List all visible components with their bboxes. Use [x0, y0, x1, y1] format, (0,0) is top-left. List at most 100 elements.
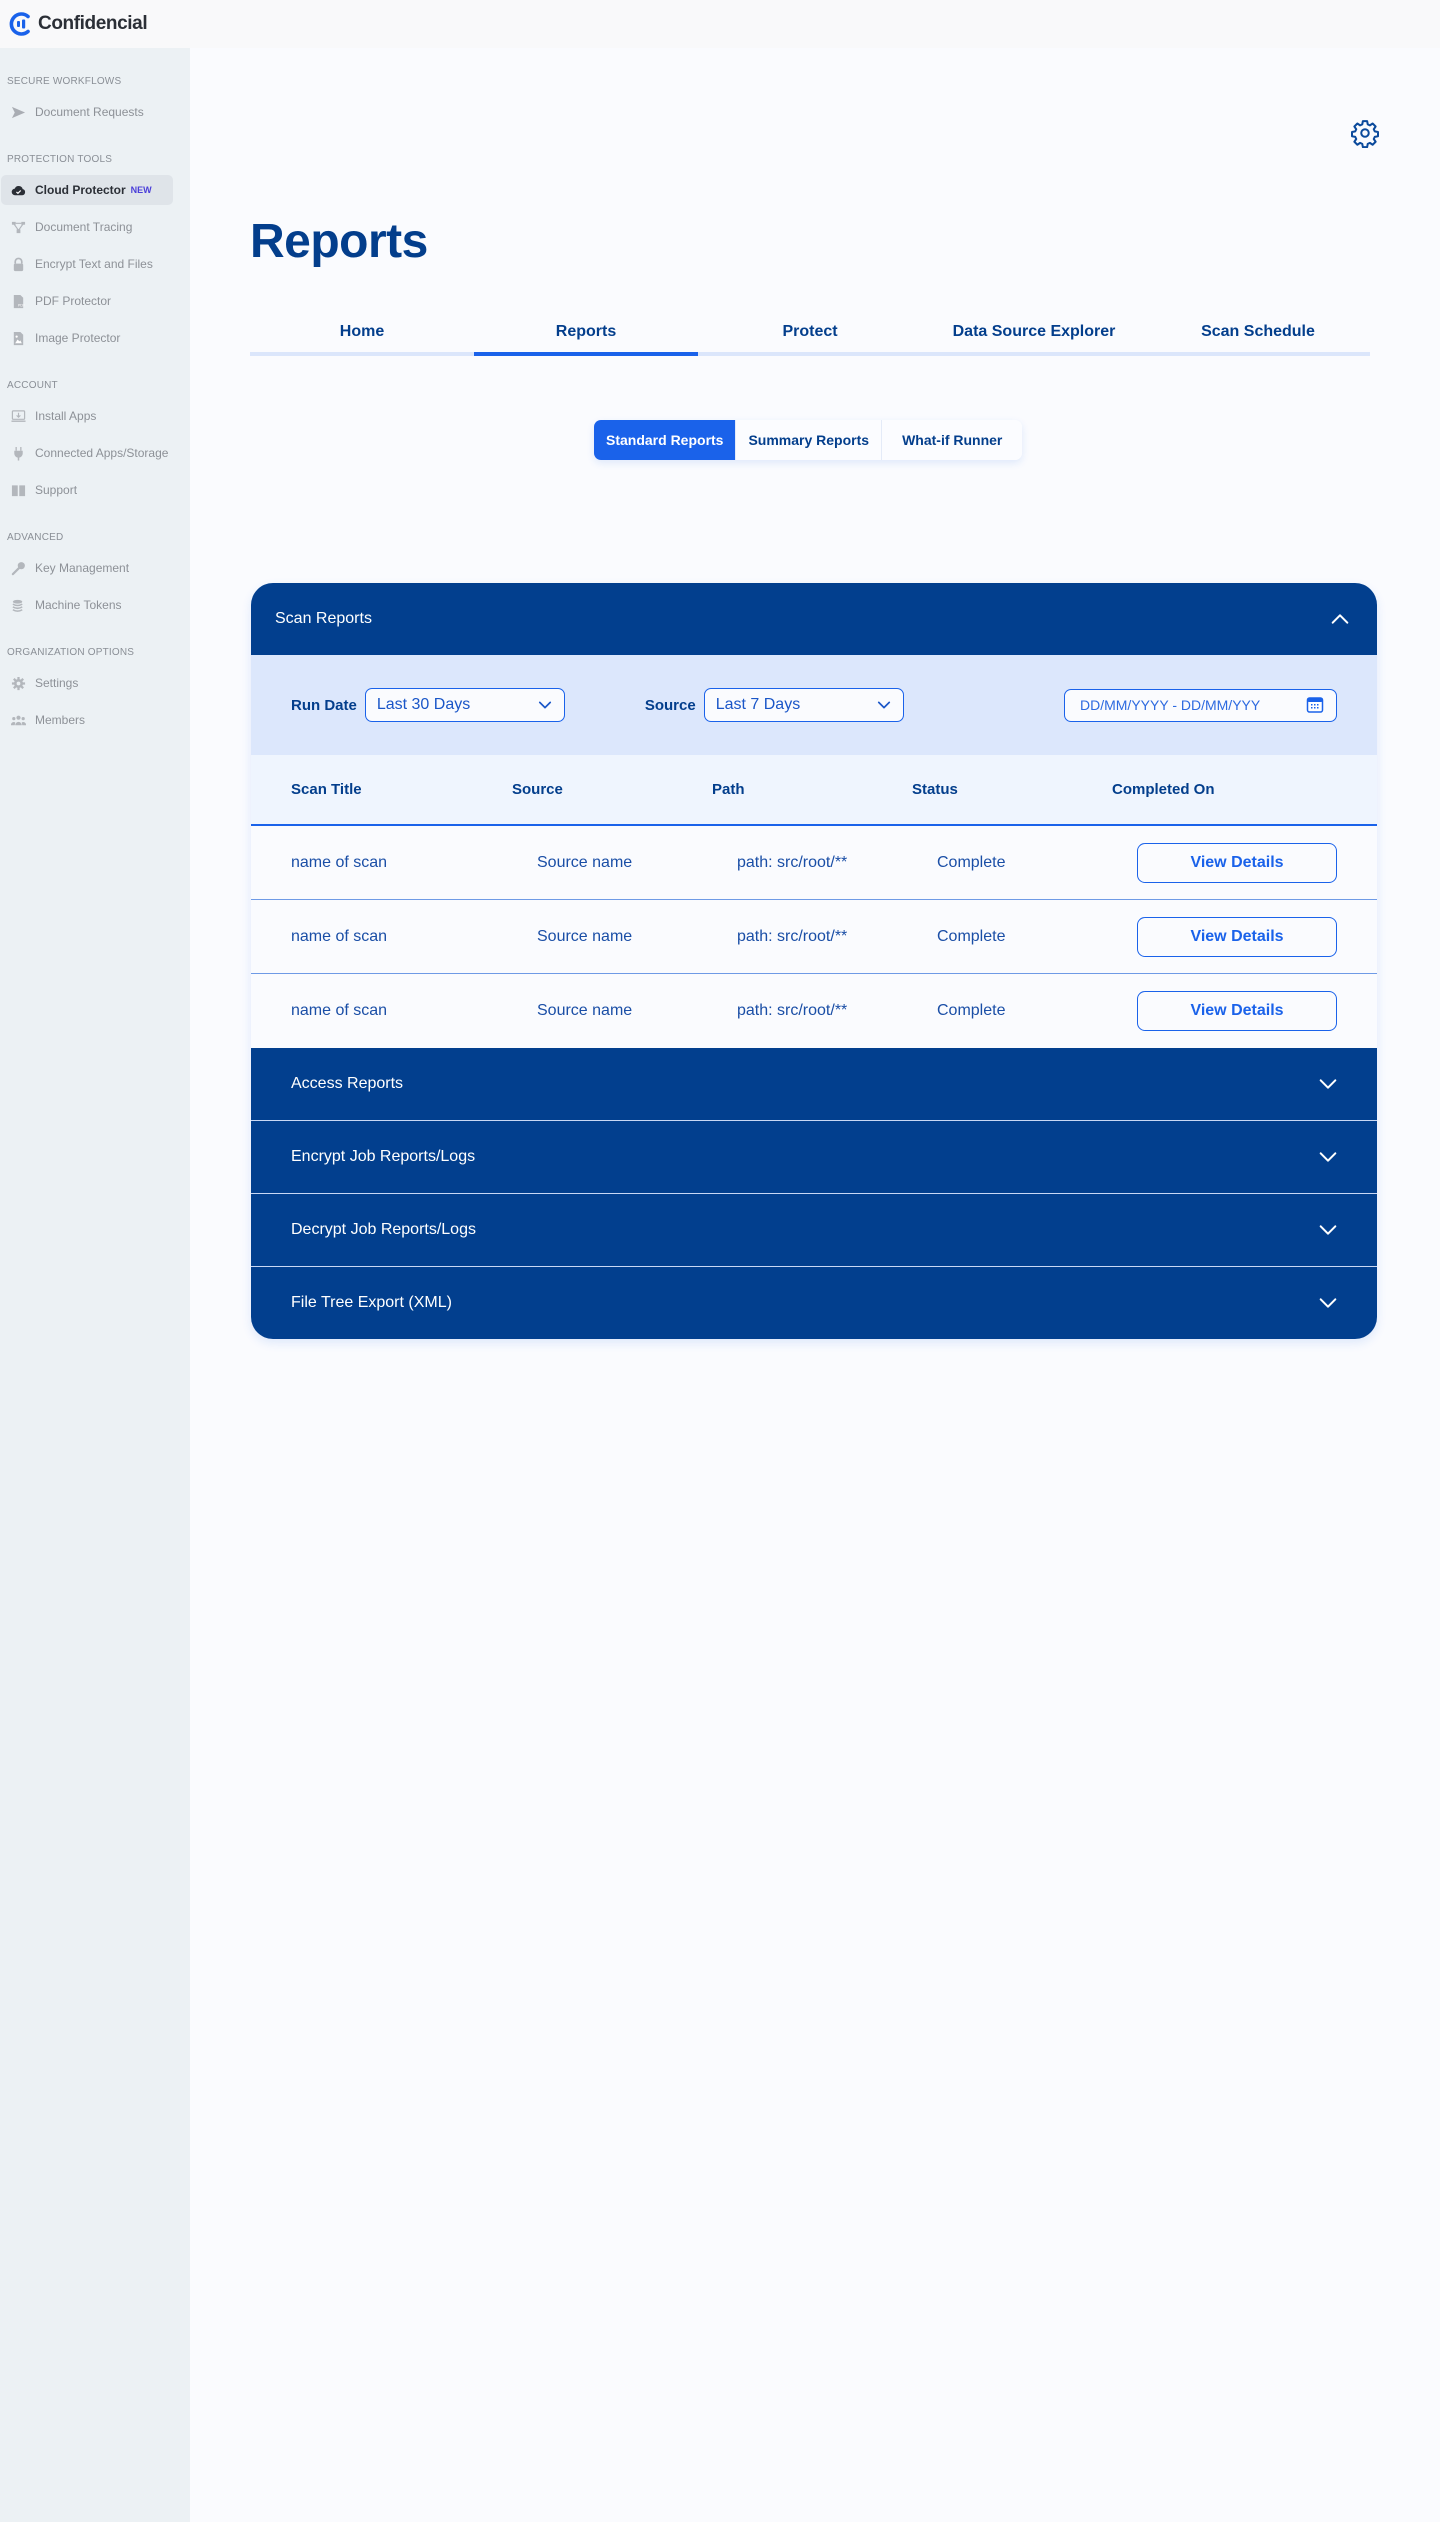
sidebar-item-document-requests[interactable]: Document Requests [1, 97, 173, 127]
sidebar-item-label: PDF Protector [35, 294, 112, 308]
sidebar-item-label: Members [35, 713, 86, 727]
sidebar-item-label: Settings [35, 676, 79, 690]
sidebar-item-cloud-protector[interactable]: Cloud Protector NEW [1, 175, 173, 205]
chevron-down-icon[interactable] [1317, 1292, 1339, 1314]
section-title: Encrypt Job Reports/Logs [291, 1148, 476, 1165]
encrypt-job-reports-logs-header[interactable]: Encrypt Job Reports/Logs [251, 1120, 1377, 1193]
source-cell: Source name [537, 927, 633, 945]
tab-data-source-explorer[interactable]: Data Source Explorer [922, 318, 1146, 356]
table-header: Scan Title Source Path Status Completed … [251, 755, 1377, 826]
gear-icon [10, 675, 26, 691]
standard-reports-button[interactable]: Standard Reports [594, 420, 737, 460]
sidebar-item-connected-apps-storage[interactable]: Connected Apps/Storage [1, 438, 173, 468]
logo[interactable]: Confidencial [8, 11, 148, 37]
new-badge: NEW [130, 185, 152, 195]
run-date-select[interactable]: Last 30 Days [364, 688, 565, 722]
run-date-value: Last 30 Days [376, 696, 471, 713]
sidebar-item-install-apps[interactable]: Install Apps [1, 401, 173, 431]
access-reports-header[interactable]: Access Reports [251, 1048, 1377, 1120]
sidebar-item-image-protector[interactable]: Image Protector [1, 323, 173, 353]
plug-icon [10, 445, 26, 461]
table-row: name of scan Source name path: src/root/**… [251, 826, 1377, 900]
sidebar-item-support[interactable]: Support [1, 475, 173, 505]
source-label: Source [644, 696, 696, 714]
column-header[interactable]: Path [712, 781, 912, 798]
logo-icon [9, 12, 30, 36]
source-select[interactable]: Last 7 Days [703, 688, 904, 722]
cloud-check-icon [10, 182, 26, 198]
nav-tabs: Home Reports Protect Data Source Explorer Sc… [250, 318, 1370, 356]
summary-reports-button[interactable]: Summary Reports [736, 420, 883, 460]
view-details-button[interactable]: View Details [1137, 916, 1337, 957]
svg-text:PDF: PDF [18, 303, 25, 307]
view-details-button[interactable]: View Details [1137, 991, 1337, 1031]
pdf-file-icon: PDF [10, 293, 26, 309]
table-body: name of scan Source name path: src/root/**… [251, 826, 1377, 1048]
column-header[interactable]: Completed On [1112, 781, 1215, 798]
sidebar-section-heading: PROTECTION TOOLS [7, 154, 113, 165]
sidebar-section: PROTECTION TOOLS Cloud Protector NEW Docume… [0, 151, 190, 353]
sidebar-item-label: Key Management [35, 561, 130, 575]
lock-icon [10, 256, 26, 272]
column-header[interactable]: Source [512, 781, 712, 798]
chevron-up-icon[interactable] [1329, 608, 1351, 630]
tab-protect[interactable]: Protect [698, 318, 922, 356]
date-range-input[interactable]: DD/MM/YYYY - DD/MM/YYY [1064, 688, 1337, 722]
sidebar-section-heading: ACCOUNT [7, 380, 58, 391]
filters-bar: Run Date Last 30 Days Source Last 7 Days… [251, 655, 1377, 755]
date-range-placeholder: DD/MM/YYYY - DD/MM/YYY [1080, 697, 1261, 713]
section-title: Decrypt Job Reports/Logs [291, 1221, 476, 1238]
tab-home[interactable]: Home [250, 318, 474, 356]
path-cell: path: src/root/** [737, 1002, 848, 1019]
sidebar-item-key-management[interactable]: Key Management [1, 553, 173, 583]
scan-title-cell: name of scan [291, 927, 388, 945]
decrypt-job-reports-logs-header[interactable]: Decrypt Job Reports/Logs [251, 1193, 1377, 1266]
file-tree-export-xml-header[interactable]: File Tree Export (XML) [251, 1266, 1377, 1339]
users-icon [10, 712, 26, 728]
sidebar: SECURE WORKFLOWS Document Requests PROTECT… [0, 48, 190, 2522]
reports-panel: Scan Reports Run Date Last 30 Days Sourc… [251, 583, 1377, 1339]
chevron-down-icon [538, 701, 551, 709]
calendar-icon[interactable] [1306, 696, 1324, 714]
sidebar-item-label: Machine Tokens [35, 598, 122, 612]
brand-name: Confidencial [38, 13, 148, 34]
sidebar-item-label: Document Tracing [35, 220, 133, 234]
sidebar-section: ADVANCED Key Management Machine Tokens [0, 529, 190, 620]
sidebar-item-label: Support [35, 483, 78, 497]
scan-reports-header[interactable]: Scan Reports [251, 583, 1377, 655]
chevron-down-icon[interactable] [1317, 1219, 1339, 1241]
source-value: Last 7 Days [715, 696, 801, 713]
sidebar-item-label: Encrypt Text and Files [35, 257, 153, 271]
sidebar-item-document-tracing[interactable]: Document Tracing [1, 212, 173, 242]
download-monitor-icon [10, 408, 26, 424]
sidebar-section-heading: SECURE WORKFLOWS [7, 76, 122, 87]
scan-title-cell: name of scan [291, 853, 388, 871]
chevron-down-icon[interactable] [1317, 1073, 1339, 1095]
tab-scan-schedule[interactable]: Scan Schedule [1146, 318, 1370, 356]
sidebar-item-settings[interactable]: Settings [1, 668, 173, 698]
sidebar-item-machine-tokens[interactable]: Machine Tokens [1, 590, 173, 620]
sidebar-item-members[interactable]: Members [1, 705, 173, 735]
sidebar-item-pdf-protector[interactable]: PDF PDF Protector [1, 286, 173, 316]
sidebar-section: ORGANIZATION OPTIONS Settings Members [0, 644, 190, 735]
sidebar-item-label: Cloud Protector [35, 183, 126, 197]
send-icon [10, 104, 26, 120]
what-if-runner-button[interactable]: What-if Runner [882, 420, 1023, 460]
chevron-down-icon[interactable] [1317, 1146, 1339, 1168]
column-header[interactable]: Status [912, 781, 1112, 798]
source-cell: Source name [537, 853, 633, 871]
table-row: name of scan Source name path: src/root/**… [251, 974, 1377, 1048]
scan-reports-title: Scan Reports [275, 610, 372, 627]
view-details-button[interactable]: View Details [1137, 842, 1337, 883]
column-header[interactable]: Scan Title [291, 781, 512, 798]
sidebar-section: ACCOUNT Install Apps Connected Apps/Storag… [0, 377, 190, 505]
source-cell: Source name [537, 1002, 633, 1019]
collapsed-sections: Access Reports Encrypt Job Reports/Logs De… [251, 1048, 1377, 1339]
tab-reports[interactable]: Reports [474, 318, 698, 356]
sidebar-item-label: Install Apps [35, 409, 97, 423]
section-title: Access Reports [291, 1075, 404, 1092]
settings-gear-icon[interactable] [1350, 118, 1380, 148]
sidebar-item-encrypt-text-and-files[interactable]: Encrypt Text and Files [1, 249, 173, 279]
sidebar-section: SECURE WORKFLOWS Document Requests [0, 73, 190, 127]
path-cell: path: src/root/** [737, 927, 848, 945]
